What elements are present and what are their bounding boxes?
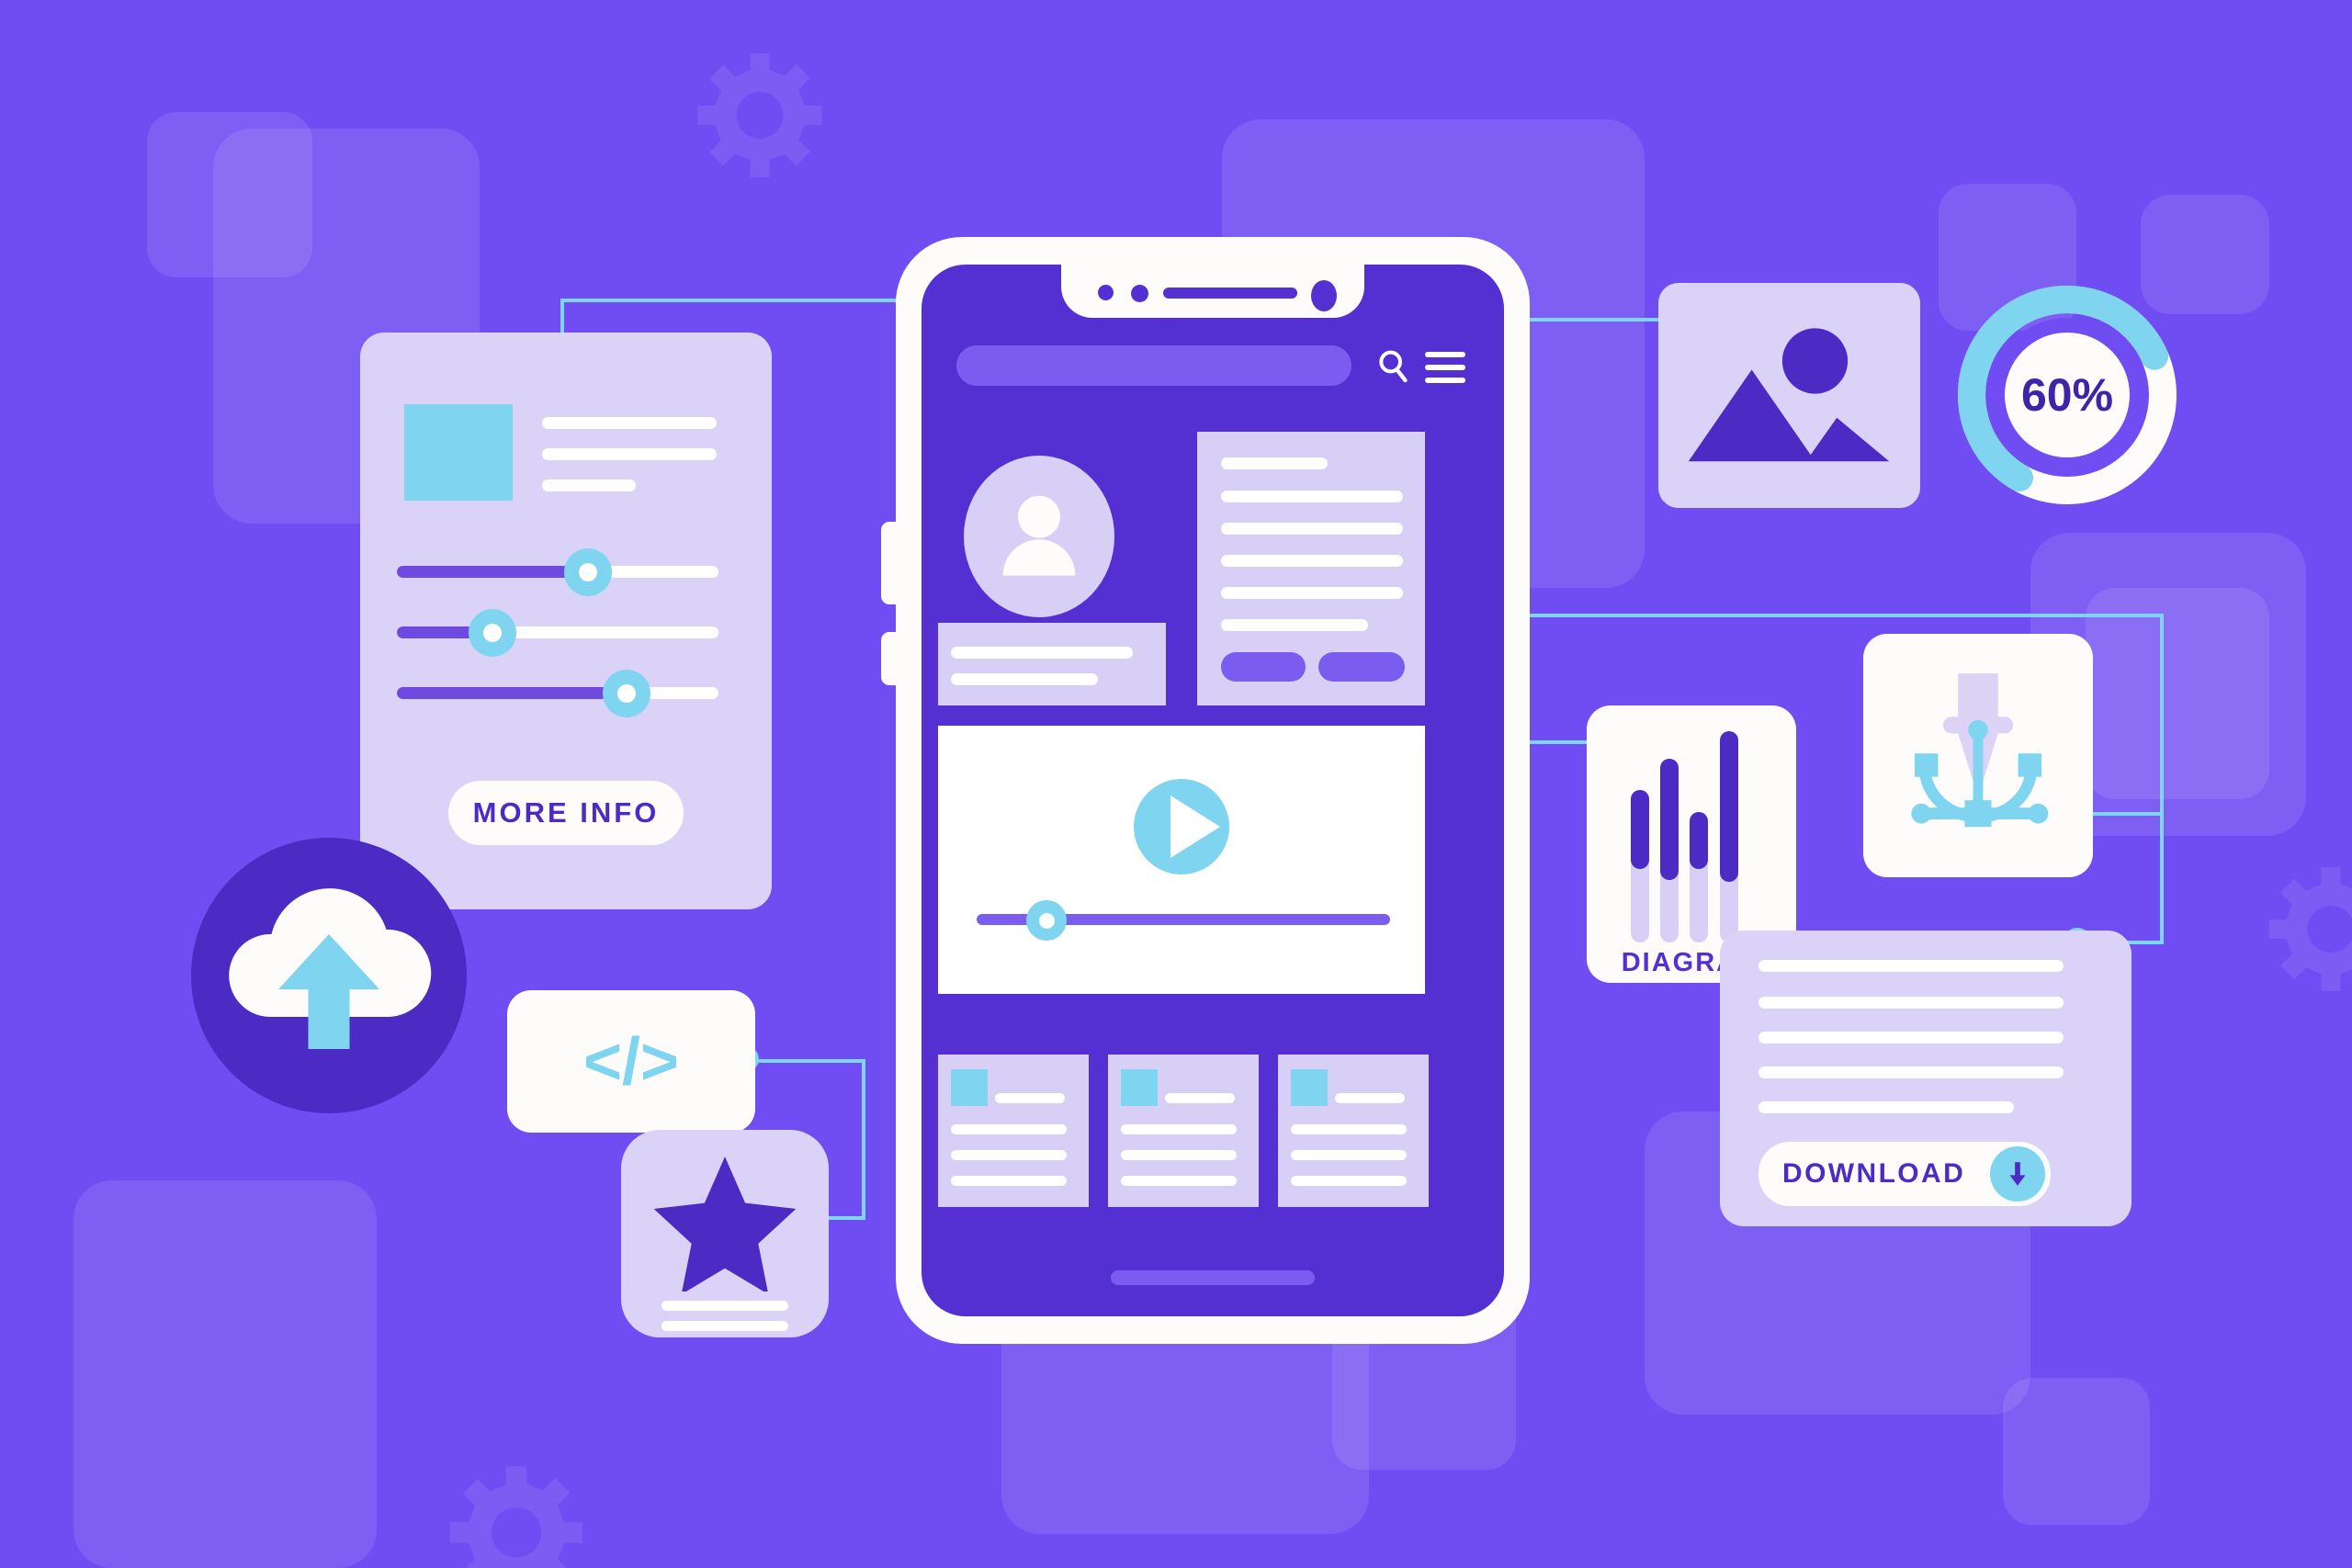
phone-screen: [922, 265, 1504, 1316]
decor-rect-12: [2086, 588, 2269, 799]
text-line: [1221, 587, 1403, 599]
connector-line: [862, 1059, 865, 1220]
text-line: [995, 1093, 1065, 1103]
cloud-upload-icon: [229, 888, 432, 1049]
text-line: [1165, 1093, 1235, 1103]
image-placeholder-card[interactable]: [1658, 283, 1920, 508]
summary-card[interactable]: [938, 623, 1166, 705]
text-line: [1121, 1176, 1237, 1186]
slider-knob[interactable]: [469, 609, 516, 657]
play-icon: [1170, 795, 1220, 858]
slider-knob[interactable]: [603, 670, 650, 717]
text-line: [1221, 555, 1403, 567]
text-line: [662, 1321, 788, 1331]
download-button-label: DOWNLOAD: [1782, 1158, 1966, 1189]
illustration-canvas: MORE INFO </> 60% DIAGRAM DOWNLOAD: [0, 0, 2352, 1568]
smartphone-mockup: [881, 237, 1530, 1344]
thumbnail-square: [404, 404, 513, 501]
text-line: [1758, 960, 2064, 972]
text-line: [1221, 523, 1403, 535]
search-icon[interactable]: [1375, 347, 1412, 386]
download-card[interactable]: DOWNLOAD: [1720, 931, 2132, 1226]
gear-icon: [450, 1466, 582, 1568]
action-button[interactable]: [1221, 652, 1306, 682]
download-arrow-icon: [1990, 1146, 2045, 1201]
hamburger-menu-icon[interactable]: [1425, 352, 1465, 383]
text-line: [1291, 1124, 1407, 1134]
text-line: [951, 647, 1133, 659]
slider-knob[interactable]: [564, 548, 612, 596]
connector-line: [560, 299, 897, 302]
text-line: [662, 1301, 788, 1311]
text-line: [951, 1150, 1067, 1160]
text-line: [1221, 457, 1328, 469]
bar-fill: [1720, 731, 1738, 882]
text-line: [1758, 997, 2064, 1009]
connector-line: [1530, 614, 2164, 617]
user-avatar-icon: [1002, 495, 1076, 576]
download-button[interactable]: DOWNLOAD: [1758, 1142, 2051, 1206]
gear-icon: [697, 53, 822, 177]
home-indicator[interactable]: [1111, 1270, 1315, 1285]
decor-rect-11: [2003, 1378, 2150, 1525]
text-line: [951, 1124, 1067, 1134]
code-card[interactable]: </>: [507, 990, 755, 1133]
star-icon: [653, 1156, 797, 1292]
slider-fill: [397, 687, 625, 699]
text-line: [1758, 1066, 2064, 1078]
text-line: [1221, 491, 1403, 502]
text-line: [542, 448, 717, 460]
progress-value-label: 60%: [2020, 369, 2114, 421]
text-line: [1291, 1150, 1407, 1160]
phone-front-camera: [1311, 280, 1337, 311]
text-line: [542, 479, 636, 491]
text-line: [951, 673, 1098, 685]
more-info-button[interactable]: MORE INFO: [448, 781, 684, 845]
text-line: [542, 417, 717, 429]
code-glyph: </>: [582, 1024, 680, 1099]
text-line: [1758, 1032, 2064, 1043]
list-item[interactable]: [938, 1055, 1089, 1207]
text-line: [1121, 1124, 1237, 1134]
text-line: [1121, 1150, 1237, 1160]
text-line: [1221, 619, 1368, 631]
list-item[interactable]: [1278, 1055, 1429, 1207]
phone-speaker: [1163, 288, 1297, 299]
decor-rect-9: [74, 1180, 377, 1568]
phone-camera-dot: [1131, 285, 1148, 302]
avatar: [964, 456, 1114, 617]
gear-icon: [2268, 867, 2352, 991]
bar-fill: [1631, 790, 1649, 869]
pen-tool-card[interactable]: [1863, 634, 2093, 877]
cloud-upload-button[interactable]: [191, 838, 467, 1113]
text-line: [1335, 1093, 1405, 1103]
play-button[interactable]: [1134, 779, 1229, 874]
more-info-card[interactable]: MORE INFO: [360, 333, 772, 909]
thumbnail-square: [1121, 1069, 1158, 1106]
video-player[interactable]: [938, 726, 1425, 994]
star-rating-card[interactable]: [621, 1130, 829, 1337]
connector-line: [746, 1059, 865, 1063]
list-item[interactable]: [1108, 1055, 1259, 1207]
image-icon: [1688, 328, 1890, 462]
pen-tool-icon: [1911, 673, 2049, 828]
content-card[interactable]: [1197, 432, 1425, 705]
text-line: [1291, 1176, 1407, 1186]
phone-side-button[interactable]: [881, 632, 898, 685]
phone-camera-dot: [1098, 285, 1114, 300]
connector-line: [2160, 614, 2164, 816]
phone-side-button[interactable]: [881, 522, 898, 604]
thumbnail-square: [951, 1069, 988, 1106]
search-input[interactable]: [956, 345, 1351, 386]
bar-fill: [1660, 759, 1679, 880]
thumbnail-square: [1291, 1069, 1328, 1106]
slider-fill: [397, 566, 586, 578]
video-progress-knob[interactable]: [1026, 900, 1067, 941]
action-button[interactable]: [1318, 652, 1405, 682]
text-line: [951, 1176, 1067, 1186]
text-line: [1758, 1101, 2014, 1113]
progress-ring: 60%: [1957, 285, 2177, 505]
bar-fill: [1690, 812, 1708, 869]
